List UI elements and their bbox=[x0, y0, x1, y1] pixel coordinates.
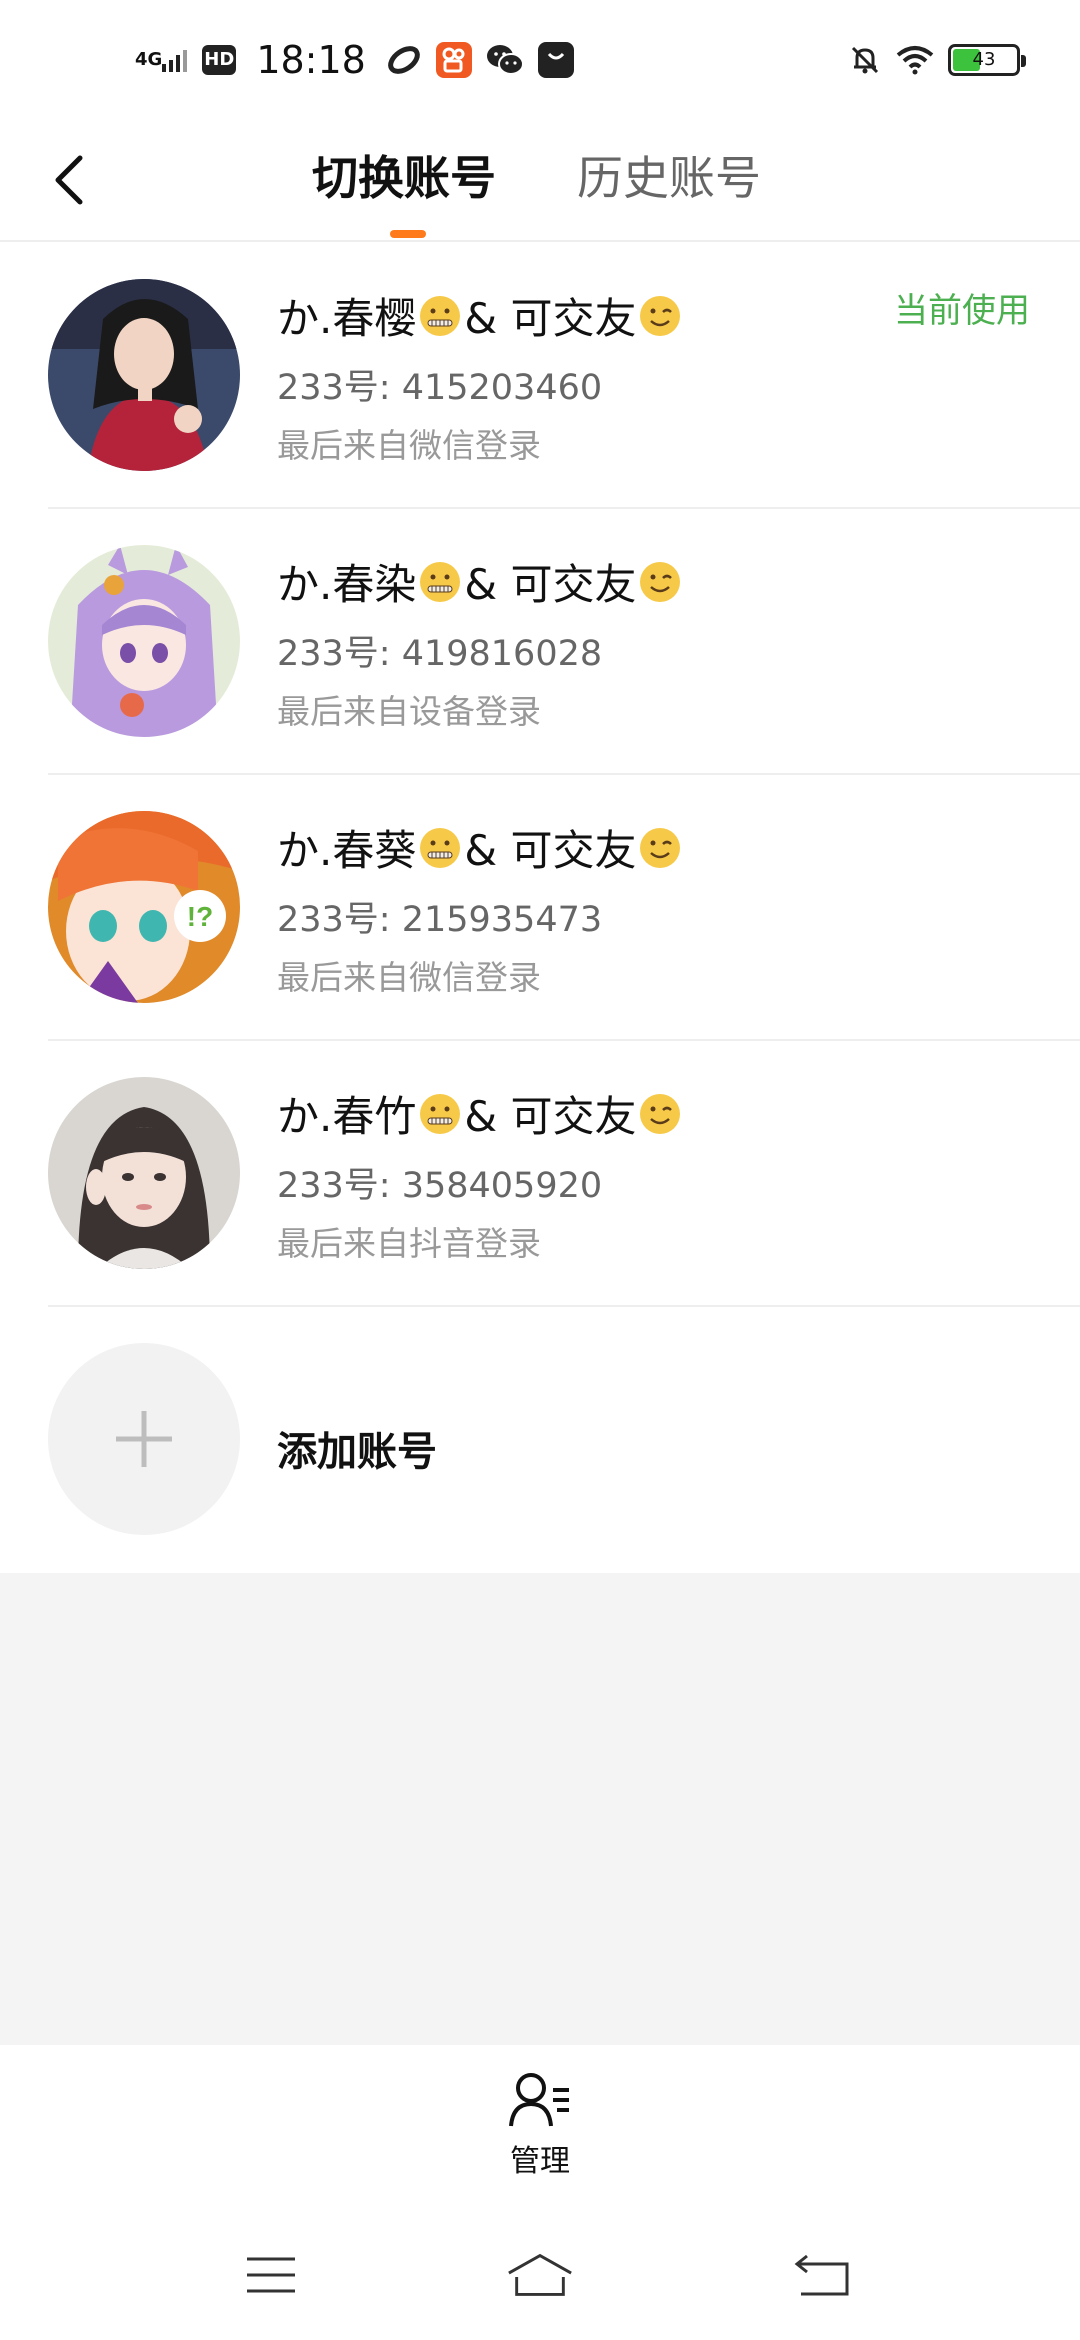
battery-level: 43 bbox=[972, 49, 996, 70]
header: 切换账号 历史账号 bbox=[0, 120, 1080, 242]
account-name: か.春葵 & 可交友 bbox=[277, 817, 684, 878]
status-right: 43 bbox=[848, 43, 1026, 77]
tab-bar: 切换账号 历史账号 bbox=[0, 120, 1080, 240]
account-name-prefix: か.春竹 bbox=[277, 1092, 417, 1141]
manage-label: 管理 bbox=[510, 2144, 570, 2179]
empty-area bbox=[0, 1573, 1080, 2045]
battery-icon: 43 bbox=[948, 44, 1026, 76]
back-icon bbox=[794, 2254, 849, 2296]
winking-face-icon bbox=[640, 827, 681, 868]
back-nav-button[interactable] bbox=[788, 2245, 858, 2305]
account-id: 233号: 358405920 bbox=[277, 1166, 603, 1206]
winking-face-icon bbox=[640, 1093, 681, 1134]
zipper-mouth-face-icon bbox=[420, 1093, 461, 1134]
tab-switch-account[interactable]: 切换账号 bbox=[312, 142, 496, 208]
back-button[interactable] bbox=[40, 140, 100, 220]
account-name-middle: & 可交友 bbox=[464, 1092, 637, 1141]
zipper-mouth-face-icon bbox=[420, 561, 461, 602]
winking-face-icon bbox=[640, 295, 681, 336]
tab-indicator bbox=[390, 230, 426, 238]
hd-icon: HD bbox=[202, 45, 237, 75]
add-account-button[interactable]: 添加账号 bbox=[0, 1307, 1080, 1573]
account-item[interactable]: か.春染 & 可交友 233号: 419816028 最后来自设备登录 bbox=[0, 509, 1080, 775]
user-list-icon bbox=[509, 2073, 569, 2127]
account-list: か.春樱 & 可交友 233号: 415203460 最后来自微信登录 当前使用… bbox=[0, 243, 1080, 1573]
account-id: 233号: 215935473 bbox=[277, 900, 603, 940]
home-button[interactable] bbox=[505, 2245, 575, 2305]
home-icon bbox=[508, 2253, 572, 2296]
status-bar: 4G HD 18:18 43 bbox=[0, 0, 1080, 120]
avatar bbox=[48, 279, 240, 471]
status-left: 4G HD 18:18 bbox=[135, 38, 574, 82]
account-name: か.春染 & 可交友 bbox=[277, 551, 684, 612]
svg-text:!?: !? bbox=[187, 901, 213, 932]
add-account-circle bbox=[48, 1343, 240, 1535]
manage-button[interactable]: 管理 bbox=[490, 2070, 590, 2200]
link-app-icon bbox=[386, 42, 422, 78]
winking-face-icon bbox=[640, 561, 681, 602]
account-login-source: 最后来自抖音登录 bbox=[277, 1224, 541, 1263]
chevron-left-icon bbox=[55, 155, 83, 205]
wifi-icon bbox=[896, 45, 934, 75]
account-name-middle: & 可交友 bbox=[464, 560, 637, 609]
account-login-source: 最后来自设备登录 bbox=[277, 692, 541, 731]
mute-bell-icon bbox=[848, 43, 882, 77]
avatar bbox=[48, 545, 240, 737]
account-login-source: 最后来自微信登录 bbox=[277, 958, 541, 997]
avatar bbox=[48, 1077, 240, 1269]
account-login-source: 最后来自微信登录 bbox=[277, 426, 541, 465]
bottom-action-bar: 管理 bbox=[0, 2045, 1080, 2215]
account-item[interactable]: か.春竹 & 可交友 233号: 358405920 最后来自抖音登录 bbox=[0, 1041, 1080, 1307]
account-id: 233号: 419816028 bbox=[277, 634, 603, 674]
tab-history-account[interactable]: 历史账号 bbox=[577, 142, 761, 208]
network-type: 4G bbox=[135, 49, 163, 70]
account-name-middle: & 可交友 bbox=[464, 294, 637, 343]
account-item[interactable]: か.春樱 & 可交友 233号: 415203460 最后来自微信登录 当前使用 bbox=[0, 243, 1080, 509]
account-item[interactable]: !? か.春葵 & 可交友 233号: 215935473 最后来自微信登录 bbox=[0, 775, 1080, 1041]
shop-bag-icon bbox=[537, 42, 574, 78]
account-name: か.春樱 & 可交友 bbox=[277, 285, 684, 346]
zipper-mouth-face-icon bbox=[420, 827, 461, 868]
account-name-middle: & 可交友 bbox=[464, 826, 637, 875]
account-name-prefix: か.春葵 bbox=[277, 826, 417, 875]
status-time: 18:18 bbox=[256, 38, 366, 82]
plus-icon bbox=[116, 1411, 172, 1467]
account-name-prefix: か.春樱 bbox=[277, 294, 417, 343]
system-nav-bar bbox=[0, 2215, 1080, 2340]
zipper-mouth-face-icon bbox=[420, 295, 461, 336]
menu-button[interactable] bbox=[236, 2245, 306, 2305]
account-name: か.春竹 & 可交友 bbox=[277, 1083, 684, 1144]
add-account-label: 添加账号 bbox=[277, 1429, 437, 1475]
menu-icon bbox=[247, 2257, 295, 2293]
signal-icon: 4G bbox=[135, 48, 188, 72]
kuaishou-app-icon bbox=[435, 42, 472, 78]
wechat-icon bbox=[486, 43, 524, 77]
avatar: !? bbox=[48, 811, 240, 1003]
account-id: 233号: 415203460 bbox=[277, 368, 603, 408]
current-account-badge: 当前使用 bbox=[894, 291, 1030, 331]
account-name-prefix: か.春染 bbox=[277, 560, 417, 609]
